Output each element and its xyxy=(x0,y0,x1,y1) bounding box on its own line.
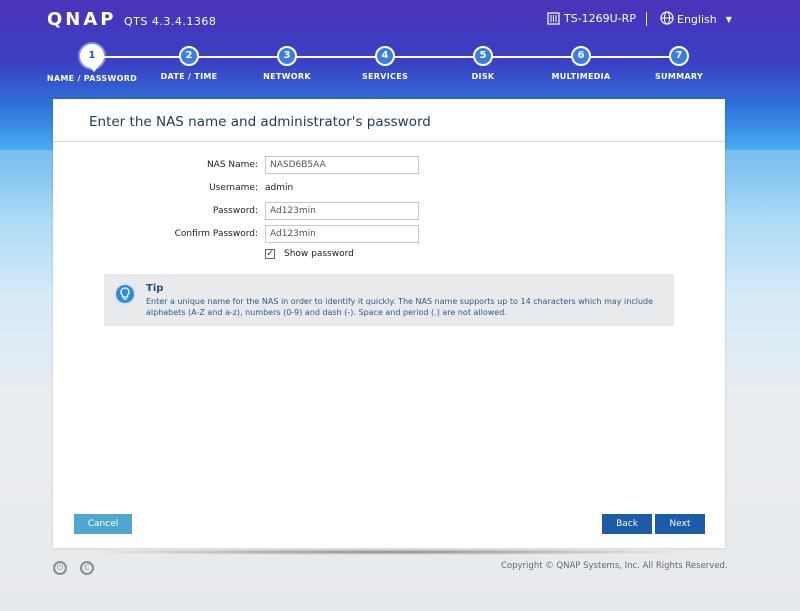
step-number: 6 xyxy=(571,46,591,66)
title-divider xyxy=(53,141,725,142)
step-label: MULTIMEDIA xyxy=(551,72,611,81)
language-selector[interactable]: English ▼ xyxy=(660,11,732,28)
back-button[interactable]: Back xyxy=(602,514,652,534)
background-glow-left xyxy=(0,150,55,410)
step-number: 2 xyxy=(179,46,199,66)
step-number: 5 xyxy=(473,46,493,66)
confirm-password-label: Confirm Password: xyxy=(174,229,258,239)
step-number: 3 xyxy=(277,46,297,66)
step-number: 4 xyxy=(375,46,395,66)
step-multimedia[interactable]: 6 MULTIMEDIA xyxy=(531,46,631,81)
background-glow-right xyxy=(725,150,800,410)
os-version: QTS 4.3.4.1368 xyxy=(124,15,217,28)
header-divider xyxy=(646,12,647,26)
step-network[interactable]: 3 NETWORK xyxy=(237,46,337,81)
show-password-row: ✓ Show password xyxy=(265,249,354,259)
qnap-logo: QNAP xyxy=(47,9,117,30)
step-label: SERVICES xyxy=(361,72,409,81)
step-name-password[interactable]: 1 NAME / PASSWORD xyxy=(42,44,142,83)
step-label: DATE / TIME xyxy=(160,72,218,81)
copyright-text: Copyright © QNAP Systems, Inc. All Right… xyxy=(501,561,728,571)
step-label: SUMMARY xyxy=(655,72,703,81)
nas-name-input[interactable] xyxy=(265,156,419,174)
chevron-down-icon: ▼ xyxy=(725,15,732,24)
nas-name-label: NAS Name: xyxy=(206,160,258,170)
show-password-label: Show password xyxy=(284,249,354,259)
step-label: NAME / PASSWORD xyxy=(46,74,138,83)
model-name: TS-1269U-RP xyxy=(547,12,636,25)
username-label: Username: xyxy=(209,183,258,193)
model-label: TS-1269U-RP xyxy=(564,12,636,25)
step-label: NETWORK xyxy=(263,72,311,81)
step-number: 1 xyxy=(80,44,104,72)
server-icon xyxy=(547,12,560,25)
step-label: DISK xyxy=(471,72,495,81)
copyright-icon[interactable]: C xyxy=(80,561,94,575)
step-disk[interactable]: 5 DISK xyxy=(433,46,533,81)
tip-title: Tip xyxy=(146,283,164,294)
cancel-button[interactable]: Cancel xyxy=(74,514,132,534)
confirm-password-input[interactable] xyxy=(265,225,419,243)
language-label: English xyxy=(677,13,717,26)
password-input[interactable] xyxy=(265,202,419,220)
step-services[interactable]: 4 SERVICES xyxy=(335,46,435,81)
panel-shadow xyxy=(80,549,698,555)
tip-box: Tip Enter a unique name for the NAS in o… xyxy=(104,274,674,326)
lightbulb-icon xyxy=(114,283,136,305)
power-icon[interactable]: ⏻ xyxy=(53,561,67,575)
show-password-checkbox[interactable]: ✓ xyxy=(265,249,275,259)
step-date-time[interactable]: 2 DATE / TIME xyxy=(139,46,239,81)
password-label: Password: xyxy=(212,206,258,216)
username-value: admin xyxy=(265,183,294,193)
step-summary[interactable]: 7 SUMMARY xyxy=(629,46,729,81)
page-title: Enter the NAS name and administrator's p… xyxy=(89,114,431,130)
tip-text: Enter a unique name for the NAS in order… xyxy=(146,297,654,317)
next-button[interactable]: Next xyxy=(655,514,705,534)
step-number: 7 xyxy=(669,46,689,66)
wizard-panel: Enter the NAS name and administrator's p… xyxy=(53,99,725,548)
globe-icon xyxy=(660,11,674,28)
